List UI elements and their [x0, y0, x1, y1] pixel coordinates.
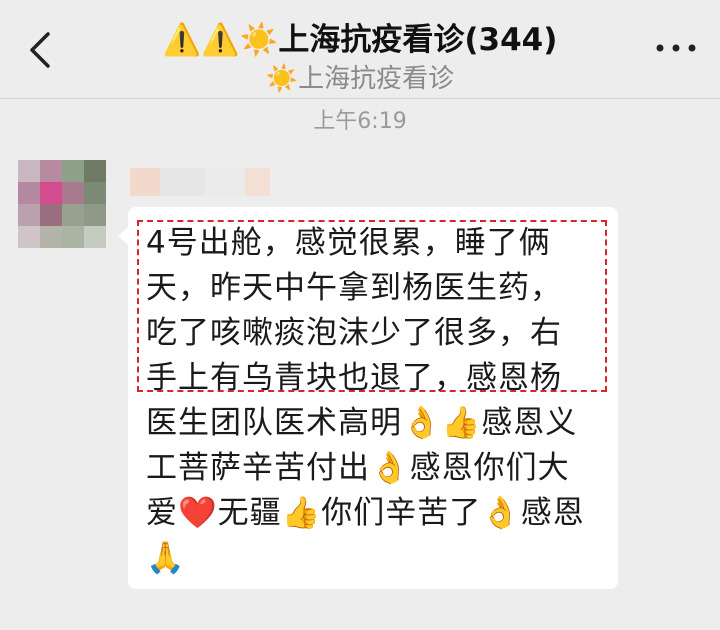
sender-name-blurred — [130, 168, 270, 196]
message-timestamp: 上午6:19 — [313, 109, 407, 134]
message-line: 手上有乌青块也退了，感恩杨 — [146, 360, 562, 396]
message-line: 医生团队医术高明👌👍感恩义 — [146, 405, 578, 441]
message-line: 工菩萨辛苦付出👌感恩你们大 — [146, 450, 570, 486]
message-line: 爱❤️无疆👍你们辛苦了👌感恩 — [146, 495, 585, 531]
chat-subtitle: ☀️上海抗疫看诊 — [265, 64, 455, 94]
message-line: 天，昨天中午拿到杨医生药， — [146, 270, 562, 306]
chat-header: ⚠️⚠️☀️上海抗疫看诊(344) ☀️上海抗疫看诊 — [0, 0, 720, 99]
message-text: 4号出舱，感觉很累，睡了俩 天，昨天中午拿到杨医生药， 吃了咳嗽痰泡沫少了很多，… — [146, 221, 606, 581]
more-dots-icon[interactable] — [654, 38, 698, 58]
message-line: 🙏 — [146, 540, 186, 576]
message-line: 吃了咳嗽痰泡沫少了很多，右 — [146, 315, 562, 351]
chat-title: ⚠️⚠️☀️上海抗疫看诊(344) — [162, 22, 558, 58]
avatar[interactable] — [18, 160, 106, 248]
message-line: 4号出舱，感觉很累，睡了俩 — [146, 225, 551, 261]
